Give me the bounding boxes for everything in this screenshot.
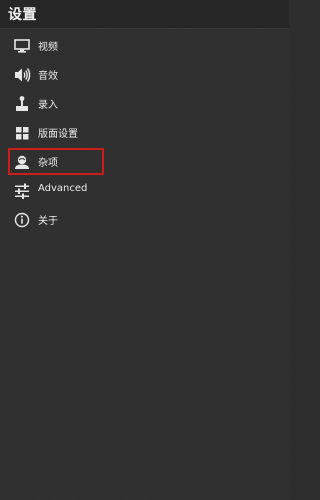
speaker-icon	[13, 66, 33, 84]
page-title: 设置	[8, 7, 37, 23]
menu-item-label: 杂项	[38, 158, 58, 169]
header-bar: 设置	[0, 0, 289, 29]
settings-screen: 设置 视频 音效 录入 版面设置 杂项 Advanced 关于	[0, 0, 289, 500]
menu-item-about[interactable]: 关于	[0, 206, 289, 234]
menu-item-label: 版面设置	[38, 129, 78, 140]
menu-item-video[interactable]: 视频	[0, 32, 289, 60]
menu-item-label: Advanced	[38, 183, 88, 194]
sliders-icon	[13, 182, 33, 200]
info-icon	[13, 211, 33, 229]
menu-item-layout[interactable]: 版面设置	[0, 119, 289, 147]
grid-icon	[13, 124, 33, 142]
menu-item-advanced[interactable]: Advanced	[0, 177, 289, 205]
menu-item-label: 音效	[38, 71, 58, 82]
menu-item-label: 录入	[38, 100, 58, 111]
menu-item-audio[interactable]: 音效	[0, 61, 289, 89]
user-icon	[13, 153, 33, 171]
menu-item-label: 视频	[38, 42, 58, 53]
menu-item-misc[interactable]: 杂项	[0, 148, 289, 176]
monitor-icon	[13, 37, 33, 55]
menu-item-input[interactable]: 录入	[0, 90, 289, 118]
joystick-icon	[13, 95, 33, 113]
menu-item-label: 关于	[38, 216, 58, 227]
